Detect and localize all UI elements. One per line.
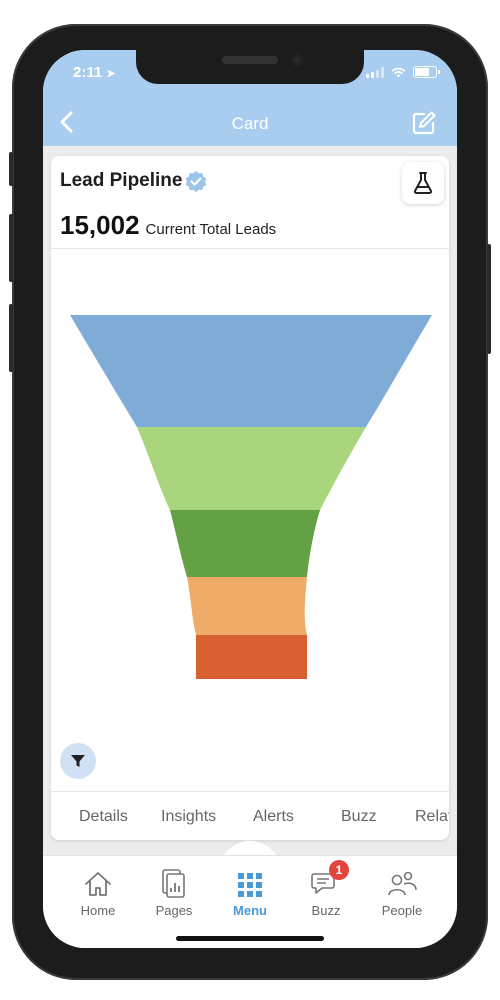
tab-buzz[interactable]: Buzz — [341, 808, 377, 826]
people-icon — [388, 871, 417, 896]
camera — [291, 54, 303, 66]
home-indicator — [176, 936, 324, 941]
funnel-stage-1[interactable] — [70, 315, 432, 427]
pages-icon — [162, 869, 185, 898]
home-icon — [85, 872, 111, 896]
tab-alerts[interactable]: Alerts — [253, 808, 294, 826]
funnel-stage-4[interactable] — [187, 577, 307, 635]
signal-icon — [366, 66, 384, 78]
nav-menu[interactable]: Menu — [215, 866, 285, 918]
card-tabs: Details Insights Alerts Buzz Relat — [51, 792, 449, 840]
funnel-chart — [70, 315, 432, 679]
nav-label: Home — [80, 903, 116, 918]
lab-button[interactable] — [402, 162, 444, 204]
card-title-text: Lead Pipeline — [60, 170, 183, 191]
nav-pages[interactable]: Pages — [139, 866, 209, 918]
filter-icon — [71, 755, 85, 767]
verified-badge-icon — [185, 171, 207, 192]
status-time: 2:11 ➤ — [73, 64, 116, 81]
funnel-stage-3[interactable] — [170, 510, 320, 577]
filter-button[interactable] — [60, 743, 96, 779]
lead-pipeline-card: Lead Pipeline 15,002 Current Total Leads — [51, 156, 449, 840]
tab-details[interactable]: Details — [79, 808, 128, 826]
flask-icon — [413, 172, 433, 194]
metric-value: 15,002 — [60, 210, 140, 240]
notification-badge: 1 — [329, 860, 349, 880]
metric: 15,002 Current Total Leads — [60, 210, 276, 241]
grid-icon — [238, 873, 262, 897]
funnel-stage-5[interactable] — [196, 635, 307, 679]
nav-label: Buzz — [311, 903, 341, 918]
page-title: Card — [231, 114, 269, 133]
tab-insights[interactable]: Insights — [161, 808, 216, 826]
nav-home[interactable]: Home — [63, 866, 133, 918]
bottom-nav: Home Pages Menu 1 Buzz People — [43, 855, 457, 948]
tab-related[interactable]: Relat — [415, 808, 449, 826]
wifi-icon — [391, 67, 406, 77]
nav-buzz[interactable]: 1 Buzz — [291, 860, 361, 918]
battery-icon — [413, 66, 440, 78]
nav-label: Pages — [155, 903, 193, 918]
notch — [136, 44, 364, 84]
funnel-stage-2[interactable] — [137, 427, 366, 510]
nav-label: Menu — [233, 903, 267, 918]
edit-icon[interactable] — [411, 110, 437, 136]
location-arrow-icon: ➤ — [106, 68, 116, 80]
metric-label: Current Total Leads — [145, 221, 277, 238]
speaker — [222, 56, 278, 64]
status-icons — [366, 66, 440, 78]
phone-screen: 2:11 ➤ Card Lead Pipeline 15,002 Current… — [43, 50, 457, 948]
card-title: Lead Pipeline — [60, 170, 208, 192]
nav-label: People — [381, 903, 423, 918]
nav-people[interactable]: People — [367, 866, 437, 918]
